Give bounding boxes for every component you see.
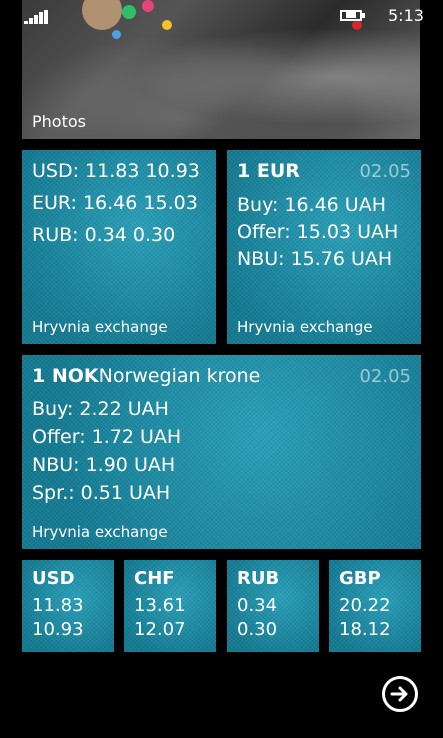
currency-name: Norwegian krone — [98, 365, 261, 387]
currency-code: RUB — [237, 568, 280, 589]
arrow-right-icon — [390, 686, 408, 702]
eur-rate-tile[interactable]: 1 EUR 02.05 Buy: 16.46 UAH Offer: 15.03 … — [227, 150, 421, 344]
buy-value: 11.83 — [32, 595, 84, 616]
nbu-rate: NBU: 1.90 UAH — [32, 454, 176, 476]
tile-footer: Hryvnia exchange — [32, 523, 168, 541]
currency-code: GBP — [339, 568, 381, 589]
nok-rate-tile[interactable]: 1 NOKNorwegian krone 02.05 Buy: 2.22 UAH… — [22, 355, 421, 549]
buy-value: 0.34 — [237, 595, 278, 616]
offer-value: 12.07 — [134, 619, 186, 640]
summary-rates-tile[interactable]: USD: 11.83 10.93 EUR: 16.46 15.03 RUB: 0… — [22, 150, 216, 344]
status-bar: 5:13 — [0, 0, 443, 32]
signal-strength-icon — [24, 10, 50, 24]
currency-code: CHF — [134, 568, 175, 589]
currency-header: 1 NOKNorwegian krone — [32, 365, 260, 387]
rate-date: 02.05 — [359, 366, 411, 387]
tile-footer: Hryvnia exchange — [32, 318, 168, 336]
eur-summary-row: EUR: 16.46 15.03 — [32, 192, 198, 214]
offer-rate: Offer: 1.72 UAH — [32, 426, 182, 448]
rub-mini-tile[interactable]: RUB 0.34 0.30 — [227, 560, 319, 652]
rate-date: 02.05 — [359, 161, 411, 182]
offer-rate: Offer: 15.03 UAH — [237, 221, 399, 243]
gbp-mini-tile[interactable]: GBP 20.22 18.12 — [329, 560, 421, 652]
offer-value: 10.93 — [32, 619, 84, 640]
battery-charging-icon — [340, 9, 368, 23]
rub-summary-row: RUB: 0.34 0.30 — [32, 224, 176, 246]
currency-code: USD — [32, 568, 75, 589]
currency-code: 1 NOK — [32, 365, 99, 387]
spread-rate: Spr.: 0.51 UAH — [32, 482, 171, 504]
usd-summary-row: USD: 11.83 10.93 — [32, 160, 200, 182]
buy-value: 20.22 — [339, 595, 391, 616]
nbu-rate: NBU: 15.76 UAH — [237, 248, 393, 270]
buy-value: 13.61 — [134, 595, 186, 616]
photos-label: Photos — [32, 112, 86, 131]
next-button[interactable] — [382, 676, 418, 712]
buy-rate: Buy: 16.46 UAH — [237, 194, 387, 216]
clock: 5:13 — [388, 6, 424, 25]
buy-rate: Buy: 2.22 UAH — [32, 398, 169, 420]
offer-value: 0.30 — [237, 619, 278, 640]
chf-mini-tile[interactable]: CHF 13.61 12.07 — [124, 560, 216, 652]
usd-mini-tile[interactable]: USD 11.83 10.93 — [22, 560, 114, 652]
currency-code: 1 EUR — [237, 160, 300, 182]
tile-footer: Hryvnia exchange — [237, 318, 373, 336]
offer-value: 18.12 — [339, 619, 391, 640]
